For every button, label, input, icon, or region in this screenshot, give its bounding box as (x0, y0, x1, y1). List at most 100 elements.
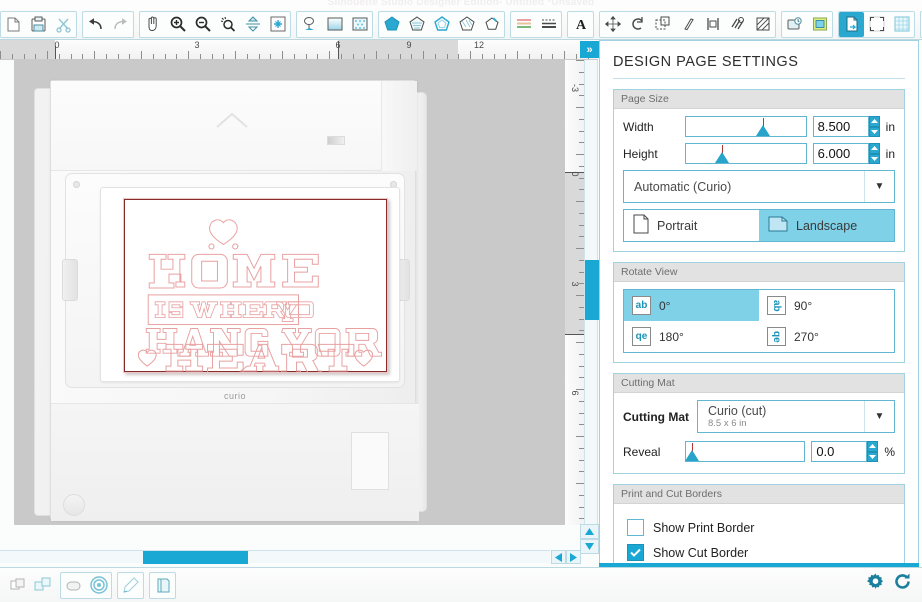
zoom-out-icon[interactable] (190, 12, 215, 37)
pattern-fill-icon[interactable] (347, 12, 372, 37)
machine-top-band (51, 81, 381, 171)
scroll-down-button[interactable] (580, 539, 599, 554)
cutting-mat-value: Curio (cut) (708, 404, 767, 418)
replicate-icon[interactable] (725, 12, 750, 37)
weld-icon[interactable] (61, 573, 86, 598)
rotate-180-button[interactable]: qe 180° (624, 321, 759, 352)
gradient-fill-icon[interactable] (322, 12, 347, 37)
pen-fill-icon[interactable] (297, 12, 322, 37)
scale-icon[interactable] (650, 12, 675, 37)
offset-icon[interactable] (807, 12, 832, 37)
reveal-stepper[interactable] (867, 441, 879, 462)
shear-icon[interactable] (675, 12, 700, 37)
rotate-icon[interactable] (625, 12, 650, 37)
window-title-bar: Silhouette Studio Designer Edition- Unti… (0, 0, 922, 9)
vertical-scrollbar-thumb[interactable] (585, 260, 599, 320)
scroll-right-button[interactable] (566, 550, 581, 564)
pattern-pentagon-icon[interactable] (454, 12, 479, 37)
zoom-in-icon[interactable] (165, 12, 190, 37)
show-print-border-row[interactable]: Show Print Border (627, 519, 895, 536)
horizontal-scrollbar[interactable] (0, 550, 550, 564)
design-artwork[interactable] (124, 199, 387, 372)
scroll-left-button[interactable] (551, 550, 566, 564)
layers-icon[interactable] (150, 573, 175, 598)
nesting-icon[interactable] (750, 12, 775, 37)
reveal-row: Reveal 0.0 % (623, 441, 895, 462)
vertical-ruler[interactable]: -3 0 3 6 (564, 60, 584, 525)
orientation-landscape-button[interactable]: Landscape (759, 210, 894, 241)
orientation-portrait-button[interactable]: Portrait (624, 210, 759, 241)
move-arrows-icon[interactable] (600, 12, 625, 37)
width-stepper[interactable] (868, 116, 880, 137)
rotate-view-group: Rotate View ab 0° ab 90° qe 180° qe 270° (613, 262, 905, 363)
offset-rings-icon[interactable] (86, 573, 111, 598)
rotate-0-button[interactable]: ab 0° (624, 290, 759, 321)
cutting-mat-group: Cutting Mat Cutting Mat Curio (cut) 8.5 … (613, 373, 905, 474)
width-stepper-down[interactable] (868, 126, 880, 137)
vruler-label: 6 (570, 390, 580, 396)
hruler-label: 9 (406, 40, 412, 50)
show-cut-border-row[interactable]: Show Cut Border (627, 544, 895, 561)
zoom-selection-icon[interactable] (215, 12, 240, 37)
page-settings-icon[interactable] (839, 11, 864, 37)
reveal-stepper-down[interactable] (867, 451, 879, 462)
cut-scissors-icon[interactable] (51, 12, 76, 37)
reveal-stepper-up[interactable] (867, 441, 879, 452)
ungroup-icon[interactable] (30, 573, 55, 598)
gear-icon[interactable] (866, 572, 885, 596)
width-slider[interactable] (685, 116, 807, 137)
show-cut-border-label: Show Cut Border (653, 545, 749, 560)
pan-hand-icon[interactable] (140, 12, 165, 37)
show-print-border-checkbox[interactable] (627, 519, 644, 536)
width-stepper-up[interactable] (868, 116, 880, 127)
grid-icon[interactable] (889, 12, 914, 37)
media-size-select[interactable]: Automatic (Curio) ▼ (623, 170, 895, 203)
scroll-up-button[interactable] (580, 524, 599, 539)
align-icon[interactable] (700, 12, 725, 37)
refresh-icon[interactable] (893, 572, 912, 596)
rotate-270-icon: qe (767, 327, 786, 346)
vertical-scrollbar[interactable] (584, 60, 599, 525)
redo-arrow-icon[interactable] (108, 12, 133, 37)
height-input[interactable]: 6.000 (812, 143, 869, 164)
line-style-icon[interactable] (536, 12, 561, 37)
height-stepper[interactable] (868, 143, 880, 164)
width-input[interactable]: 8.500 (812, 116, 869, 137)
group-icon[interactable] (5, 573, 30, 598)
undo-arrow-icon[interactable] (83, 12, 108, 37)
expand-panel-button[interactable]: » (580, 41, 599, 58)
trace-icon[interactable] (782, 12, 807, 37)
reveal-input[interactable]: 0.0 (811, 441, 868, 462)
cutting-mat-select[interactable]: Curio (cut) 8.5 x 6 in ▼ (697, 400, 895, 433)
height-stepper-down[interactable] (868, 153, 880, 164)
line-color-icon[interactable] (511, 12, 536, 37)
new-document-icon[interactable] (1, 12, 26, 37)
fit-to-page-icon[interactable] (240, 12, 265, 37)
height-stepper-up[interactable] (868, 143, 880, 154)
height-slider[interactable] (685, 143, 807, 164)
sketch-pen-icon[interactable] (118, 573, 143, 598)
rotate-90-button[interactable]: ab 90° (759, 290, 894, 321)
chevron-down-icon[interactable]: ▼ (864, 171, 894, 202)
text-A-icon[interactable]: A (568, 12, 593, 37)
sketch-pentagon-icon[interactable] (479, 12, 504, 37)
horizontal-scrollbar-thumb[interactable] (143, 551, 248, 564)
solid-pentagon-icon[interactable] (379, 12, 404, 37)
open-folder-icon[interactable] (26, 12, 51, 37)
fit-to-window-icon[interactable] (265, 12, 290, 37)
show-cut-border-checkbox[interactable] (627, 544, 644, 561)
page-sheet[interactable] (123, 198, 388, 373)
gradient-pentagon-icon[interactable] (404, 12, 429, 37)
hruler-label: 0 (54, 40, 60, 50)
bottom-group-sketch (117, 571, 144, 599)
curio-machine-illustration: curio (34, 68, 427, 525)
registration-marks-icon[interactable] (864, 12, 889, 37)
design-canvas[interactable]: curio (14, 60, 564, 525)
outline-pentagon-icon[interactable] (429, 12, 454, 37)
chevron-down-icon[interactable]: ▼ (864, 401, 894, 432)
rotate-270-button[interactable]: qe 270° (759, 321, 894, 352)
machine-base (51, 403, 419, 521)
horizontal-ruler[interactable]: 0 3 6 9 12 (0, 40, 598, 60)
reveal-slider[interactable] (684, 441, 806, 462)
toolbar-group-transform (599, 10, 776, 38)
